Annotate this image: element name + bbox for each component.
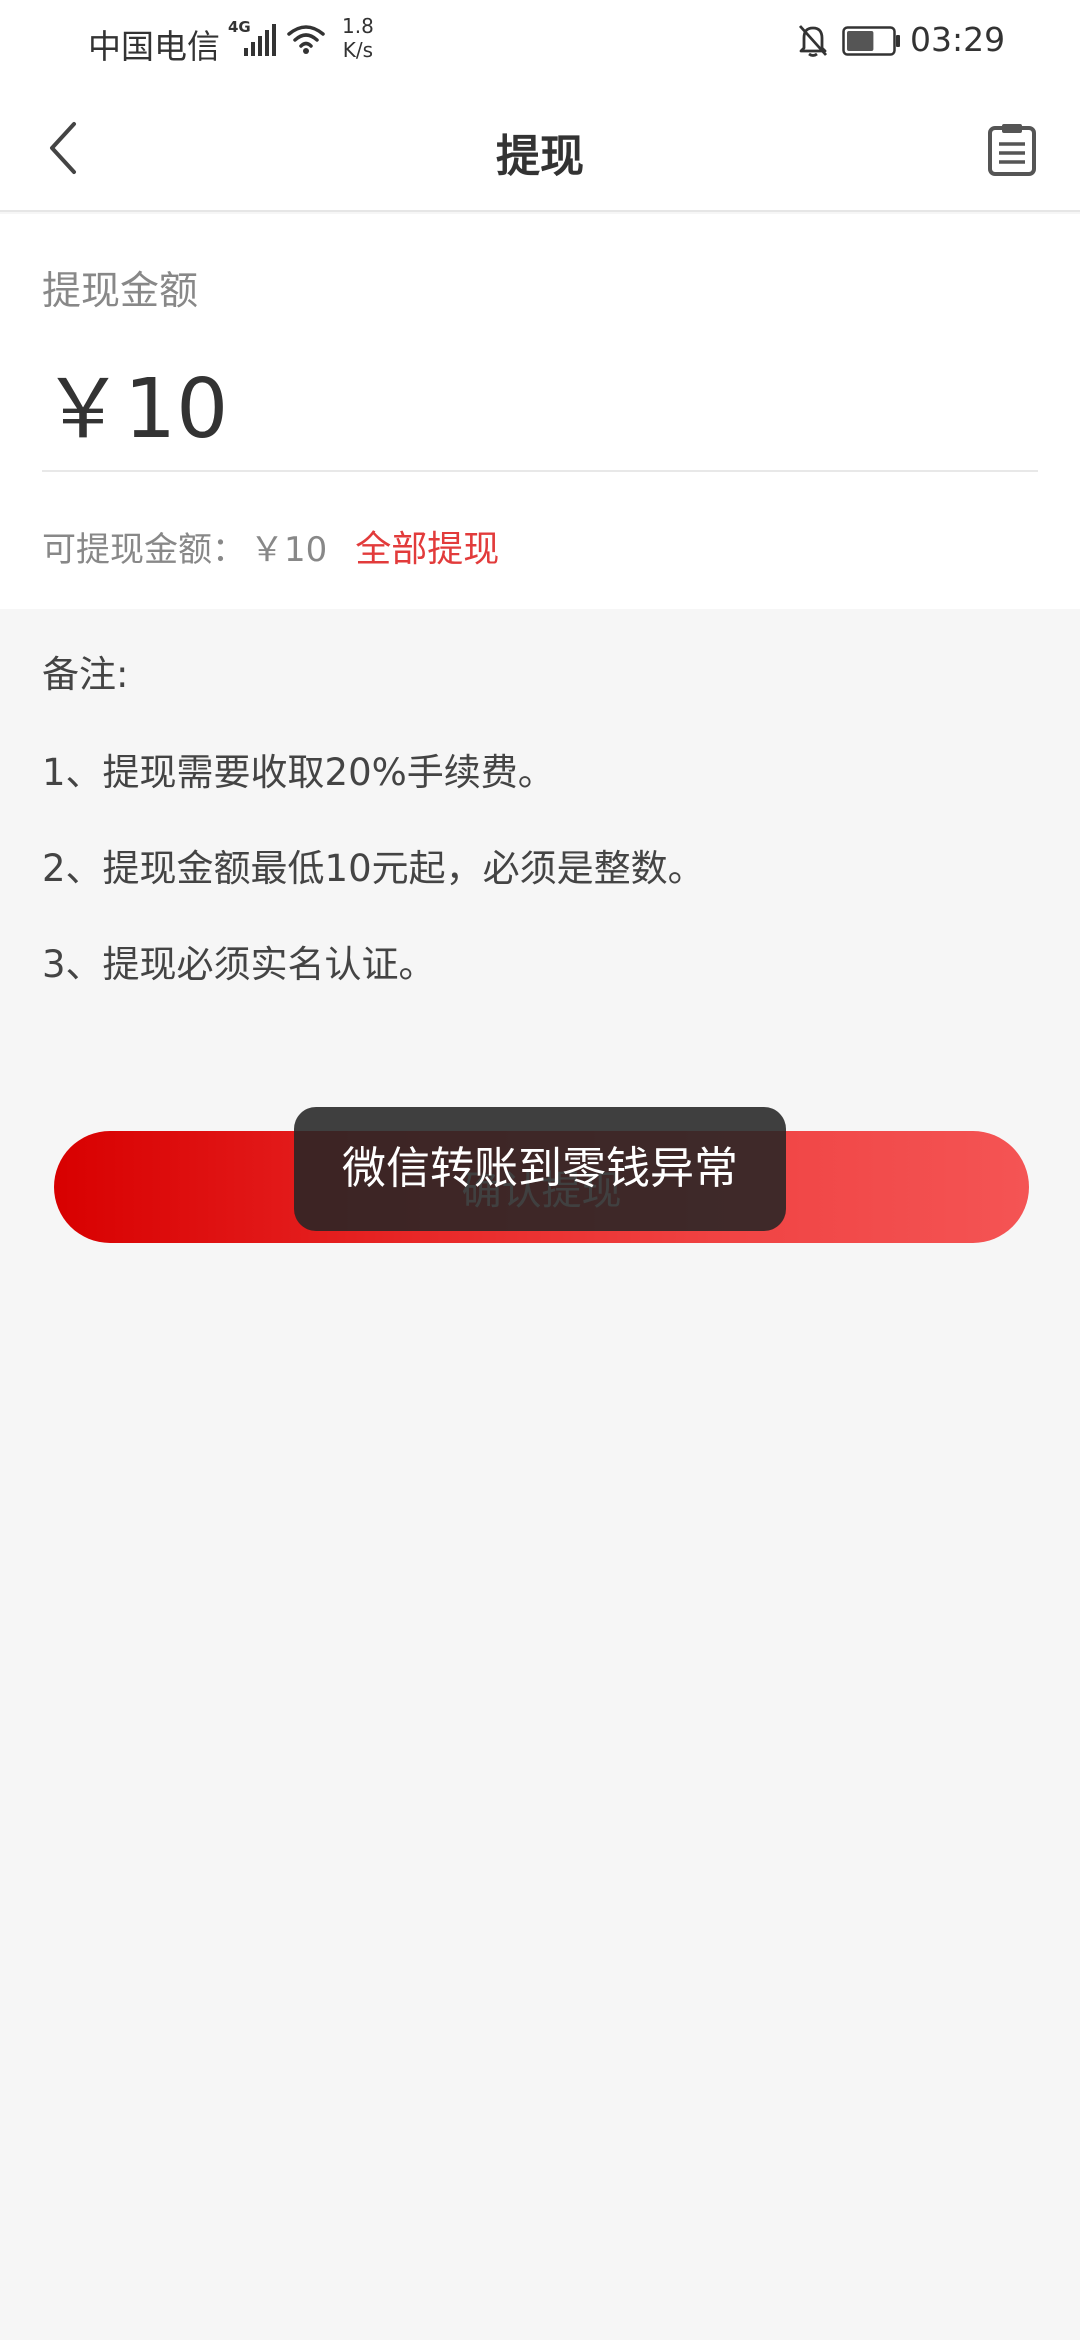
available-balance-row: 可提现金额： ￥10 全部提现: [42, 520, 499, 572]
withdraw-all-button[interactable]: 全部提现: [355, 529, 499, 570]
speed-value: 1.8: [342, 14, 374, 38]
notes-title: 备注:: [42, 653, 129, 696]
nav-bar: 提现: [0, 82, 1080, 212]
note-item: 1、提现需要收取20%手续费。: [42, 751, 555, 794]
note-item: 3、提现必须实名认证。: [42, 943, 436, 986]
bell-off-icon: [798, 25, 828, 57]
status-bar: 中国电信 4G 1.8 K/s 03:29: [0, 0, 1080, 82]
wifi-icon: [287, 25, 325, 54]
available-value: ￥10: [250, 530, 328, 570]
speed-unit: K/s: [342, 38, 374, 62]
battery-icon: [842, 26, 900, 56]
toast-message: 微信转账到零钱异常: [294, 1107, 786, 1231]
amount-label: 提现金额: [42, 269, 199, 314]
notes-section: 备注: 1、提现需要收取20%手续费。 2、提现金额最低10元起，必须是整数。 …: [42, 650, 1042, 1036]
clock: 03:29: [910, 20, 1006, 59]
amount-card: 提现金额 可提现金额：￥10 全部提现: [0, 214, 1080, 609]
page-title: 提现: [496, 131, 584, 182]
screen: 中国电信 4G 1.8 K/s 03:29 提现 提现金额 ￥10 可提现金额：…: [0, 0, 1080, 2340]
carrier-name: 中国电信: [88, 27, 220, 66]
amount-input[interactable]: [42, 332, 1038, 472]
clipboard-list-icon[interactable]: [986, 122, 1038, 178]
network-speed: 1.8 K/s: [342, 14, 374, 62]
signal-icon: [244, 24, 276, 56]
available-label: 可提现金额：: [42, 530, 246, 570]
note-item: 2、提现金额最低10元起，必须是整数。: [42, 847, 705, 890]
